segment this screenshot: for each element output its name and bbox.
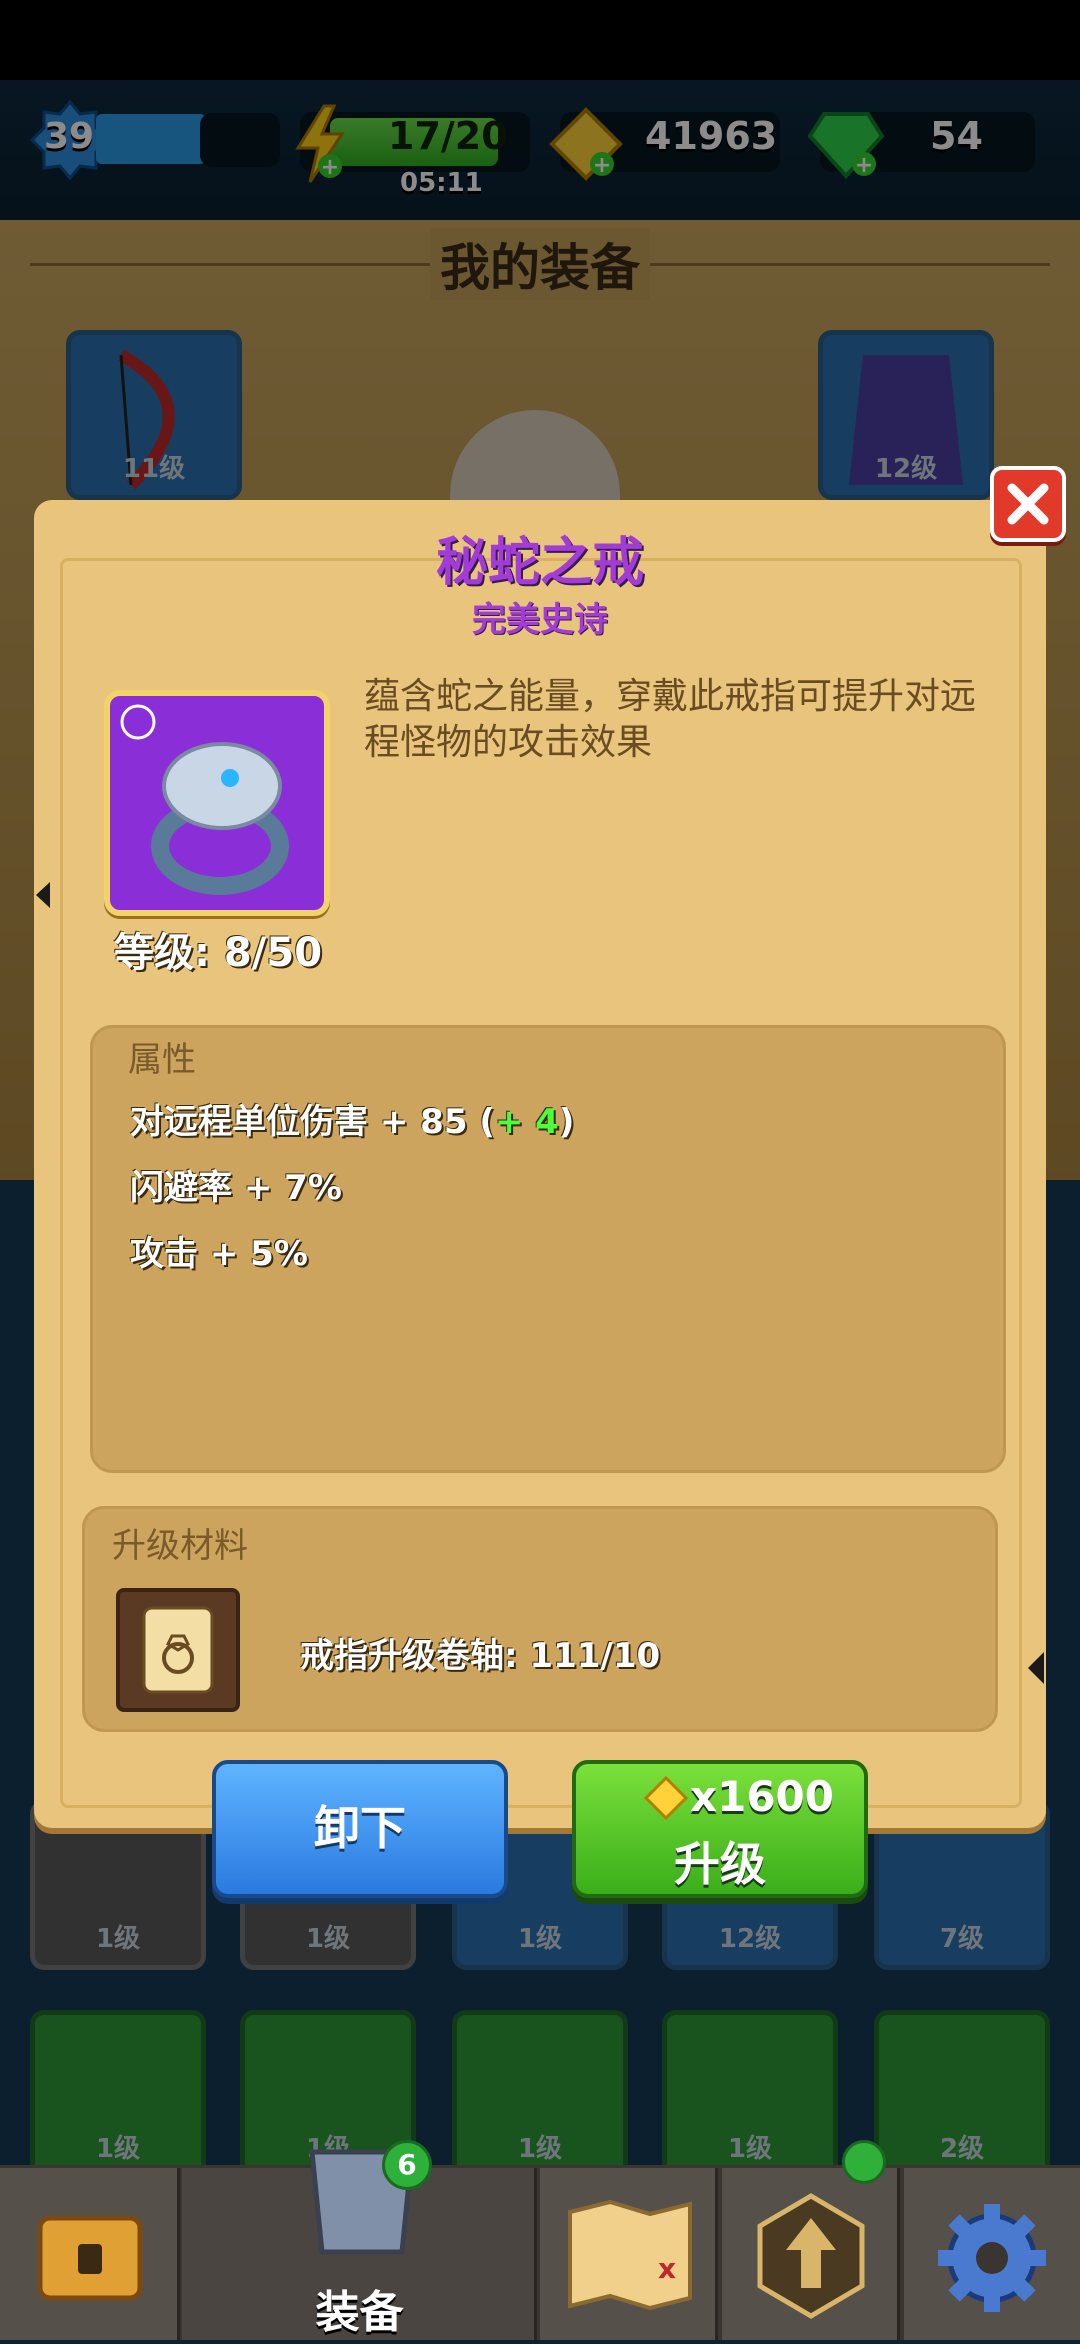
- nav-equipment[interactable]: 6 装备: [182, 2140, 537, 2340]
- item-level: 等级: 8/50: [114, 930, 323, 976]
- item-description: 蕴含蛇之能量，穿戴此戒指可提升对远程怪物的攻击效果: [364, 676, 977, 763]
- nav-map[interactable]: x: [540, 2168, 718, 2340]
- gold-diamond-icon: [644, 1776, 688, 1820]
- materials-title: 升级材料: [112, 1526, 248, 1566]
- upgrade-notice-icon: [842, 2140, 886, 2184]
- nav-treasure-chest[interactable]: [0, 2168, 180, 2340]
- attribute-line: 攻击 + 5%: [130, 1226, 308, 1275]
- item-name: 秘蛇之戒: [435, 533, 644, 593]
- attribute-suffix: ): [558, 1102, 575, 1142]
- attribute-text: 攻击 + 5%: [130, 1234, 308, 1274]
- attribute-line: 闪避率 + 7%: [130, 1160, 342, 1209]
- prev-item-arrow-icon[interactable]: [34, 880, 54, 910]
- equipment-badge-count: 6: [397, 2148, 417, 2181]
- next-item-arrow-icon[interactable]: [1026, 1650, 1046, 1686]
- ring-scroll-icon: [142, 1606, 214, 1694]
- material-count: 戒指升级卷轴: 111/10: [300, 1636, 661, 1676]
- equipment-label: 装备: [315, 2287, 404, 2338]
- upgrade-cost: x1600: [690, 1772, 834, 1821]
- gear-icon: [938, 2204, 1046, 2312]
- map-icon: x: [568, 2199, 692, 2311]
- nav-upgrade[interactable]: [722, 2140, 900, 2340]
- upgrade-arrow-icon: [757, 2193, 865, 2319]
- attributes-title: 属性: [128, 1040, 196, 1080]
- equipment-badge: 6: [382, 2140, 432, 2190]
- treasure-chest-icon: [37, 2215, 143, 2301]
- unequip-button[interactable]: 卸下: [212, 1760, 508, 1898]
- nav-settings[interactable]: [904, 2168, 1080, 2340]
- attribute-bonus: + 4: [494, 1102, 559, 1142]
- snake-ring-icon: [120, 704, 289, 895]
- upgrade-button[interactable]: x1600 升级: [572, 1760, 868, 1898]
- item-icon-frame: [104, 690, 330, 916]
- material-icon-frame[interactable]: [116, 1588, 240, 1712]
- attribute-line: 对远程单位伤害 + 85 (+ 4): [130, 1094, 574, 1143]
- attribute-text: 对远程单位伤害 + 85 (: [130, 1102, 495, 1142]
- item-rarity: 完美史诗: [472, 600, 608, 640]
- unequip-label: 卸下: [314, 1801, 406, 1855]
- upgrade-label: 升级: [674, 1837, 766, 1891]
- attribute-text: 闪避率 + 7%: [130, 1168, 342, 1208]
- svg-text:x: x: [658, 2252, 676, 2285]
